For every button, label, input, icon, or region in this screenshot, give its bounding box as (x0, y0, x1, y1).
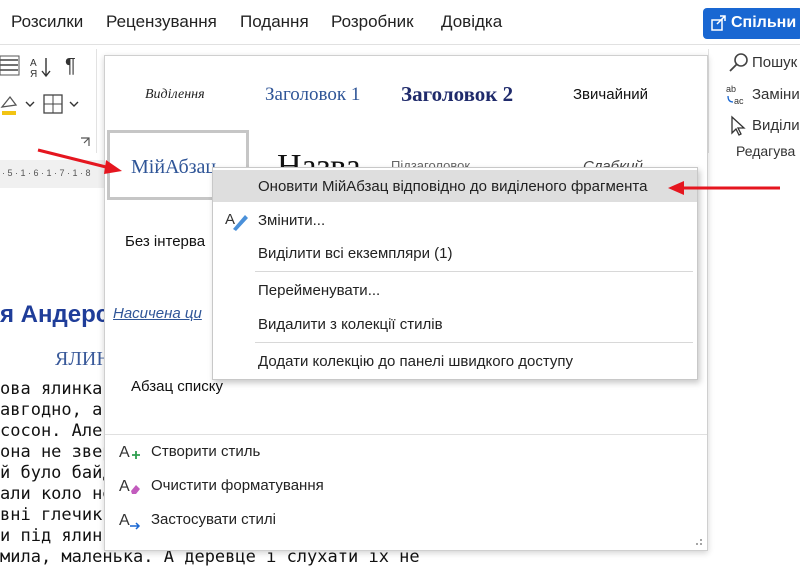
clear-formatting-icon: A (119, 478, 140, 495)
menu-modify[interactable]: A Змінити... (213, 204, 697, 236)
svg-text:A: A (119, 478, 130, 495)
align-icon[interactable] (0, 55, 22, 79)
dialog-launcher-icon[interactable] (80, 137, 92, 149)
menu-modify-label: Змінити... (258, 212, 326, 229)
tab-review[interactable]: Рецензування (106, 12, 217, 32)
ruler-right (708, 160, 800, 188)
style-heading-2[interactable]: Заголовок 2 (401, 82, 513, 107)
replace-label[interactable]: Заміни (752, 86, 800, 103)
menu-select-all-label: Виділити всі екземпляри (1) (258, 245, 453, 262)
style-list-paragraph[interactable]: Абзац списку (131, 378, 223, 395)
menu-update-style[interactable]: Оновити МійАбзац відповідно до виділеног… (213, 170, 697, 202)
document-line: й було байд (0, 463, 113, 483)
create-style-icon: A (119, 444, 140, 461)
svg-text:A: A (225, 211, 235, 228)
select-label[interactable]: Виділи (752, 117, 800, 134)
shading-icon[interactable] (0, 93, 40, 117)
ruler-numbers: · 5 · 1 · 6 · 1 · 7 · 1 · 8 (2, 168, 91, 178)
svg-text:ab: ab (726, 84, 736, 94)
menu-separator (255, 271, 693, 272)
menu-rename-label: Перейменувати... (258, 282, 381, 299)
svg-text:A: A (30, 58, 37, 69)
style-heading-1[interactable]: Заголовок 1 (265, 84, 360, 106)
gallery-divider (105, 434, 707, 435)
create-style-label: Створити стиль (151, 443, 261, 460)
modify-style-icon: A (225, 211, 248, 231)
document-line: али коло не (0, 484, 113, 504)
style-emphasis[interactable]: Виділення (145, 87, 205, 103)
svg-text:A: A (119, 444, 130, 461)
style-normal[interactable]: Звичайний (573, 86, 648, 103)
clear-formatting-label: Очистити форматування (151, 477, 324, 494)
svg-text:Я: Я (30, 69, 37, 79)
menu-add-to-quick-access[interactable]: Додати колекцію до панелі швидкого досту… (213, 345, 697, 377)
group-divider (708, 49, 709, 153)
document-subheading: ЯЛИН (55, 348, 111, 370)
menu-separator (255, 342, 693, 343)
editing-group-label: Редагува (736, 143, 796, 159)
menu-rename[interactable]: Перейменувати... (213, 274, 697, 306)
group-divider (96, 49, 97, 153)
search-icon[interactable] (728, 52, 750, 74)
style-context-menu: Оновити МійАбзац відповідно до виділеног… (212, 167, 698, 380)
tab-mailings[interactable]: Розсилки (11, 12, 83, 32)
find-label[interactable]: Пошук (752, 54, 797, 71)
apply-styles-label: Застосувати стилі (151, 511, 277, 528)
tab-view[interactable]: Подання (240, 12, 309, 32)
menu-update-style-label: Оновити МійАбзац відповідно до виділеног… (258, 178, 648, 195)
select-cursor-icon[interactable] (729, 115, 749, 137)
share-icon (711, 15, 726, 31)
menu-remove-label: Видалити з колекції стилів (258, 316, 443, 333)
sort-icon[interactable]: AЯ (30, 55, 52, 79)
borders-icon[interactable] (42, 93, 82, 117)
document-line: вні глечики (0, 505, 113, 525)
ribbon-tab-bar: Розсилки Рецензування Подання Розробник … (0, 0, 800, 45)
apply-styles-icon: A (119, 512, 141, 530)
menu-add-to-quick-access-label: Додати колекцію до панелі швидкого досту… (258, 353, 573, 370)
ruler: · 5 · 1 · 6 · 1 · 7 · 1 · 8 (0, 160, 104, 188)
document-line: сосон. Але (0, 421, 103, 441)
tab-developer[interactable]: Розробник (331, 12, 414, 32)
share-label: Спільни (731, 14, 797, 31)
document-heading: я Андерс (0, 301, 110, 328)
svg-text:A: A (119, 512, 130, 529)
style-my-paragraph[interactable]: МійАбзац (131, 156, 216, 179)
pilcrow-icon[interactable]: ¶ (65, 55, 76, 78)
share-button[interactable]: Спільни (703, 8, 800, 39)
resize-grip-icon[interactable] (693, 536, 703, 546)
tab-help[interactable]: Довідка (441, 12, 502, 32)
style-intense[interactable]: Насичена ци (113, 305, 202, 322)
menu-select-all-instances[interactable]: Виділити всі екземпляри (1) (213, 237, 697, 269)
style-no-spacing[interactable]: Без інтерва (125, 233, 205, 250)
svg-text:ac: ac (734, 96, 744, 106)
replace-icon[interactable]: ab ac (726, 83, 750, 107)
menu-remove-from-gallery[interactable]: Видалити з колекції стилів (213, 308, 697, 340)
